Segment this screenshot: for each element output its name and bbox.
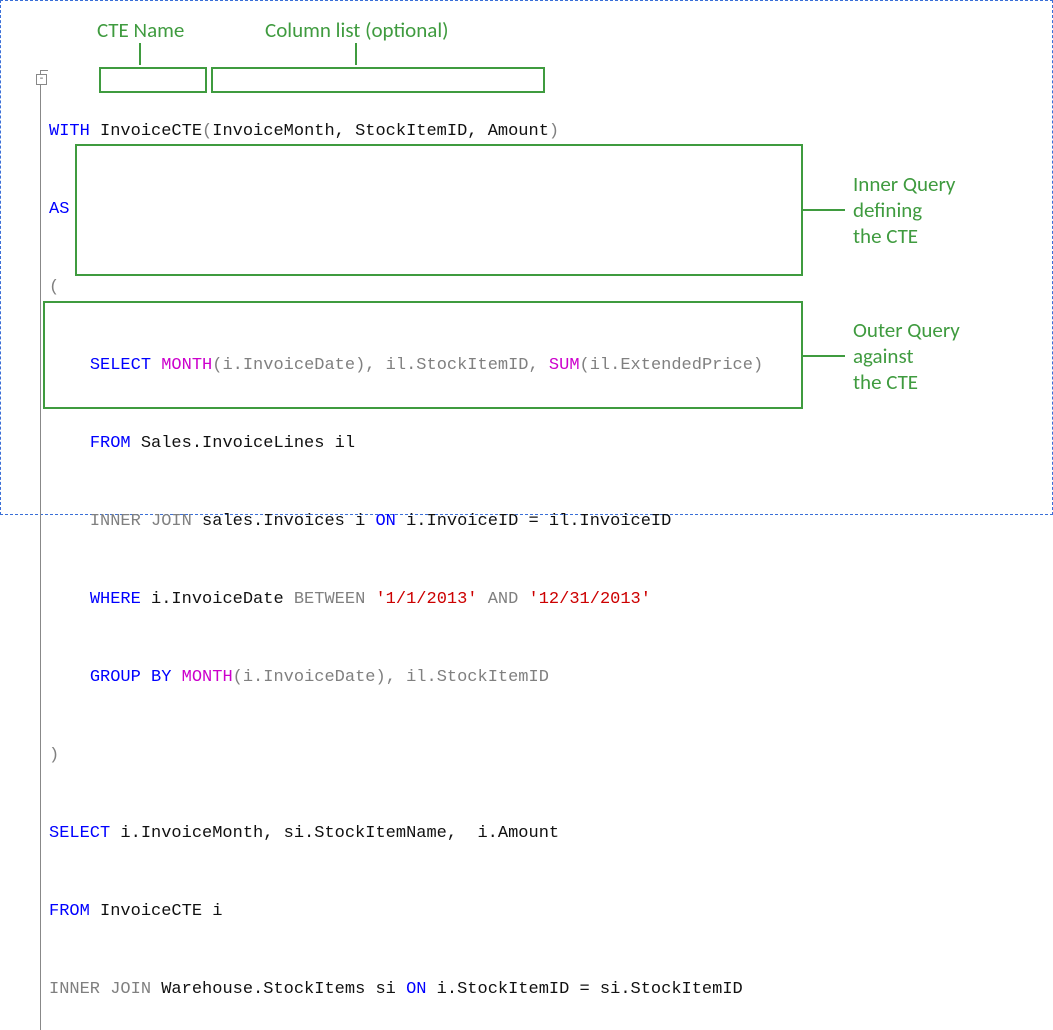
diagram-canvas: CTE Name Column list (optional) - WITH I… <box>0 0 1053 515</box>
code-line: SELECT i.InvoiceMonth, si.StockItemName,… <box>49 821 1038 847</box>
label-outer-query: Outer Query against the CTE <box>853 317 960 395</box>
code-line: INNER JOIN sales.Invoices i ON i.Invoice… <box>49 509 1038 535</box>
connector-line <box>139 43 141 65</box>
label-cte-name: CTE Name <box>97 17 184 43</box>
connector-line <box>803 355 845 357</box>
top-labels: CTE Name Column list (optional) <box>35 15 1038 67</box>
label-column-list: Column list (optional) <box>265 17 449 43</box>
code-line: WHERE i.InvoiceDate BETWEEN '1/1/2013' A… <box>49 587 1038 613</box>
label-inner-query: Inner Query defining the CTE <box>853 171 955 249</box>
code-line: ( <box>49 275 1038 301</box>
code-line: ) <box>49 743 1038 769</box>
code-line: FROM InvoiceCTE i <box>49 899 1038 925</box>
code-line: GROUP BY MONTH(i.InvoiceDate), il.StockI… <box>49 665 1038 691</box>
connector-line <box>355 43 357 65</box>
fold-gutter: - <box>35 67 49 1030</box>
connector-line <box>803 209 845 211</box>
collapse-icon[interactable]: - <box>36 74 47 85</box>
code-line: INNER JOIN Warehouse.StockItems si ON i.… <box>49 977 1038 1003</box>
code-line: FROM Sales.InvoiceLines il <box>49 431 1038 457</box>
code-line: WITH InvoiceCTE(InvoiceMonth, StockItemI… <box>49 119 1038 145</box>
